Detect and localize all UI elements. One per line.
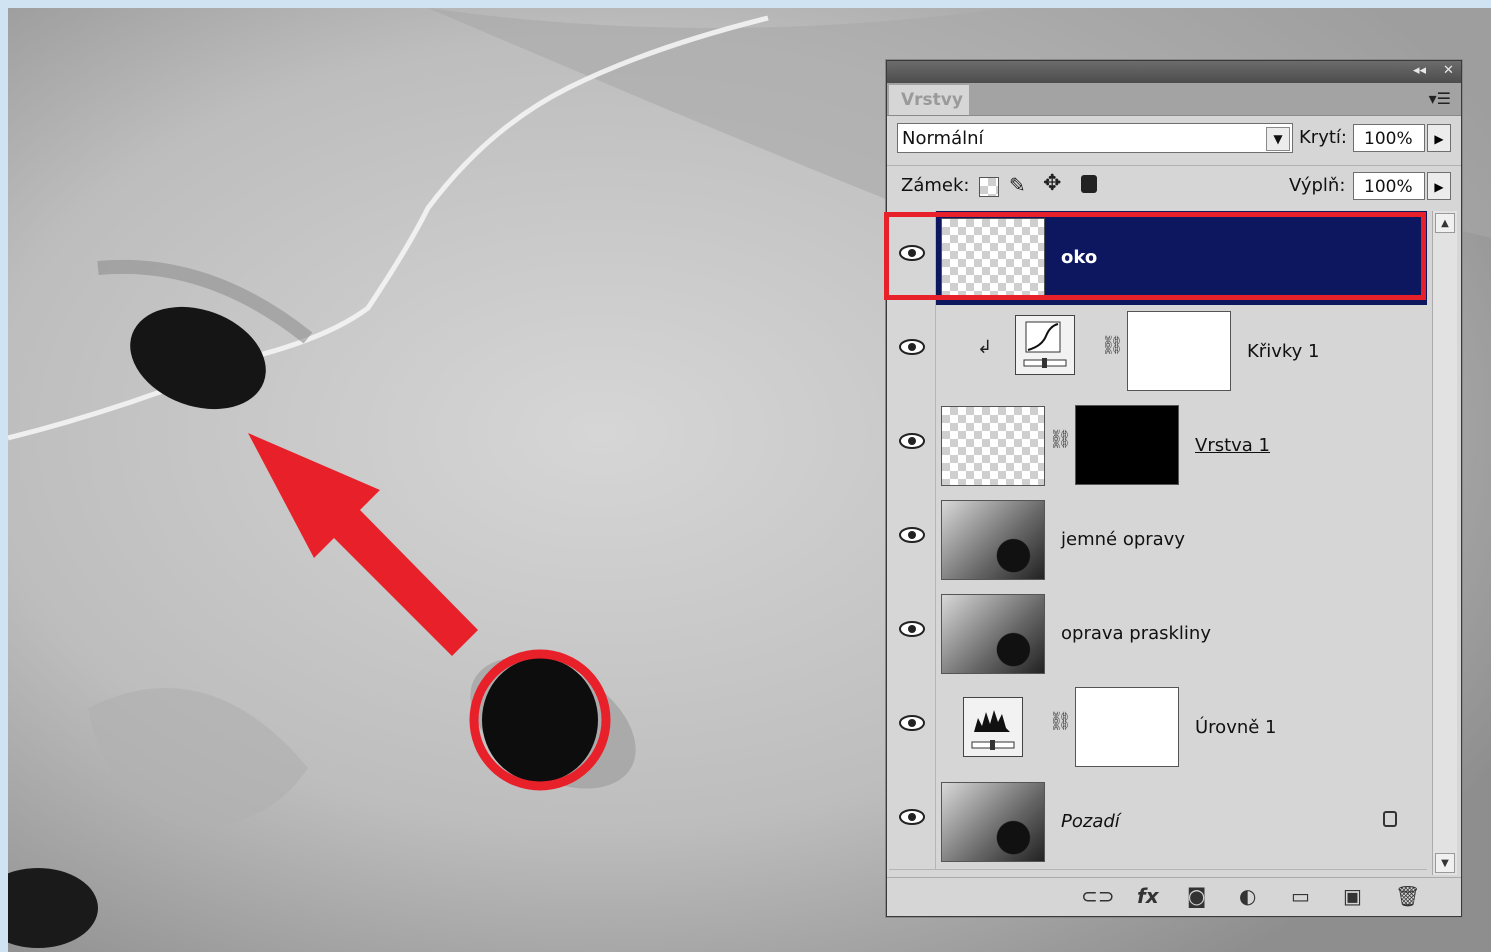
layer-thumbnail bbox=[941, 500, 1045, 580]
layers-list: oko ↲ ⛓ Křivky 1 ⛓ Vrstva 1 jemné opravy… bbox=[889, 211, 1427, 875]
tab-layers[interactable]: Vrstvy bbox=[889, 85, 969, 115]
eye-icon[interactable] bbox=[899, 526, 925, 544]
blend-mode-select[interactable]: Normální ▼ bbox=[897, 123, 1293, 153]
chevron-down-icon[interactable]: ▼ bbox=[1266, 127, 1290, 151]
layer-row-vrstva[interactable]: ⛓ Vrstva 1 bbox=[889, 399, 1427, 494]
layer-thumbnail bbox=[941, 594, 1045, 674]
fx-icon[interactable]: fx bbox=[1137, 884, 1159, 908]
clip-arrow-icon: ↲ bbox=[977, 337, 993, 358]
panel-footer: ⊂⊃ fx ◙ ◐ ▭ ▣ 🗑 bbox=[887, 877, 1461, 916]
trash-icon[interactable]: 🗑 bbox=[1395, 884, 1420, 908]
lock-icon bbox=[1383, 811, 1397, 827]
layers-scrollbar[interactable]: ▲ ▼ bbox=[1432, 211, 1457, 875]
folder-icon[interactable]: ▭ bbox=[1291, 884, 1310, 908]
lock-all-icon[interactable] bbox=[1081, 175, 1097, 193]
lock-move-icon[interactable]: ✥ bbox=[1043, 171, 1061, 196]
panel-tab-row: Vrstvy ▾☰ bbox=[887, 83, 1461, 116]
layer-name[interactable]: Křivky 1 bbox=[1247, 341, 1319, 362]
layer-thumbnail bbox=[941, 782, 1045, 862]
visibility-toggle[interactable] bbox=[889, 587, 936, 681]
layer-name[interactable]: oprava praskliny bbox=[1061, 623, 1211, 644]
highlight-box bbox=[884, 212, 1426, 300]
opacity-field[interactable]: 100% bbox=[1353, 124, 1425, 152]
eye-icon[interactable] bbox=[899, 714, 925, 732]
chain-link-icon[interactable]: ⛓ bbox=[1101, 335, 1124, 356]
fill-label: Výplň: bbox=[1289, 175, 1346, 196]
layer-name[interactable]: Vrstva 1 bbox=[1195, 435, 1270, 456]
levels-adjustment-icon[interactable] bbox=[963, 697, 1023, 757]
chain-link-icon[interactable]: ⛓ bbox=[1049, 429, 1072, 450]
fill-field[interactable]: 100% bbox=[1353, 172, 1425, 200]
visibility-toggle[interactable] bbox=[889, 399, 936, 493]
collapse-icon[interactable]: ◂◂ bbox=[1413, 63, 1426, 78]
mask-thumbnail[interactable] bbox=[1127, 311, 1231, 391]
layer-name[interactable]: jemné opravy bbox=[1061, 529, 1185, 550]
close-icon[interactable]: ✕ bbox=[1443, 63, 1454, 78]
blend-row: Normální ▼ Krytí: 100% ▶ bbox=[897, 123, 1453, 157]
mask-icon[interactable]: ◙ bbox=[1187, 884, 1206, 908]
layer-row-pozadi[interactable]: Pozadí bbox=[889, 775, 1427, 870]
panel-menu-icon[interactable]: ▾☰ bbox=[1429, 89, 1451, 108]
lock-label: Zámek: bbox=[901, 175, 970, 196]
layer-name[interactable]: Úrovně 1 bbox=[1195, 717, 1277, 738]
eye-icon[interactable] bbox=[899, 620, 925, 638]
lock-paint-brush-icon[interactable]: ✎ bbox=[1009, 173, 1026, 197]
layer-row-oprava-praskliny[interactable]: oprava praskliny bbox=[889, 587, 1427, 682]
scroll-up-icon[interactable]: ▲ bbox=[1435, 213, 1455, 233]
new-layer-icon[interactable]: ▣ bbox=[1343, 884, 1362, 908]
chain-link-icon[interactable]: ⛓ bbox=[1049, 711, 1072, 732]
visibility-toggle[interactable] bbox=[889, 305, 936, 399]
lock-transparency-icon[interactable] bbox=[979, 177, 999, 197]
eye-icon[interactable] bbox=[899, 808, 925, 826]
layer-row-krivky[interactable]: ↲ ⛓ Křivky 1 bbox=[889, 305, 1427, 400]
layer-row-urovne[interactable]: ⛓ Úrovně 1 bbox=[889, 681, 1427, 776]
layers-panel: ◂◂ ✕ Vrstvy ▾☰ Normální ▼ Krytí: 100% ▶ … bbox=[886, 60, 1462, 917]
mask-thumbnail[interactable] bbox=[1075, 687, 1179, 767]
layer-row-jemne-opravy[interactable]: jemné opravy bbox=[889, 493, 1427, 588]
link-icon[interactable]: ⊂⊃ bbox=[1081, 884, 1115, 908]
mask-thumbnail[interactable] bbox=[1075, 405, 1179, 485]
visibility-toggle[interactable] bbox=[889, 775, 936, 869]
visibility-toggle[interactable] bbox=[889, 681, 936, 775]
divider bbox=[887, 165, 1461, 166]
visibility-toggle[interactable] bbox=[889, 493, 936, 587]
eye-icon[interactable] bbox=[899, 338, 925, 356]
blend-mode-value: Normální bbox=[902, 128, 984, 149]
scroll-down-icon[interactable]: ▼ bbox=[1435, 853, 1455, 873]
layer-name[interactable]: Pozadí bbox=[1061, 811, 1120, 832]
panel-titlebar[interactable]: ◂◂ ✕ bbox=[887, 61, 1461, 83]
layer-thumbnail bbox=[941, 406, 1045, 486]
opacity-slider-button[interactable]: ▶ bbox=[1427, 124, 1451, 152]
curves-adjustment-icon[interactable] bbox=[1015, 315, 1075, 375]
adjustment-icon[interactable]: ◐ bbox=[1239, 884, 1256, 908]
eye-icon[interactable] bbox=[899, 432, 925, 450]
opacity-label: Krytí: bbox=[1299, 127, 1347, 148]
fill-slider-button[interactable]: ▶ bbox=[1427, 172, 1451, 200]
